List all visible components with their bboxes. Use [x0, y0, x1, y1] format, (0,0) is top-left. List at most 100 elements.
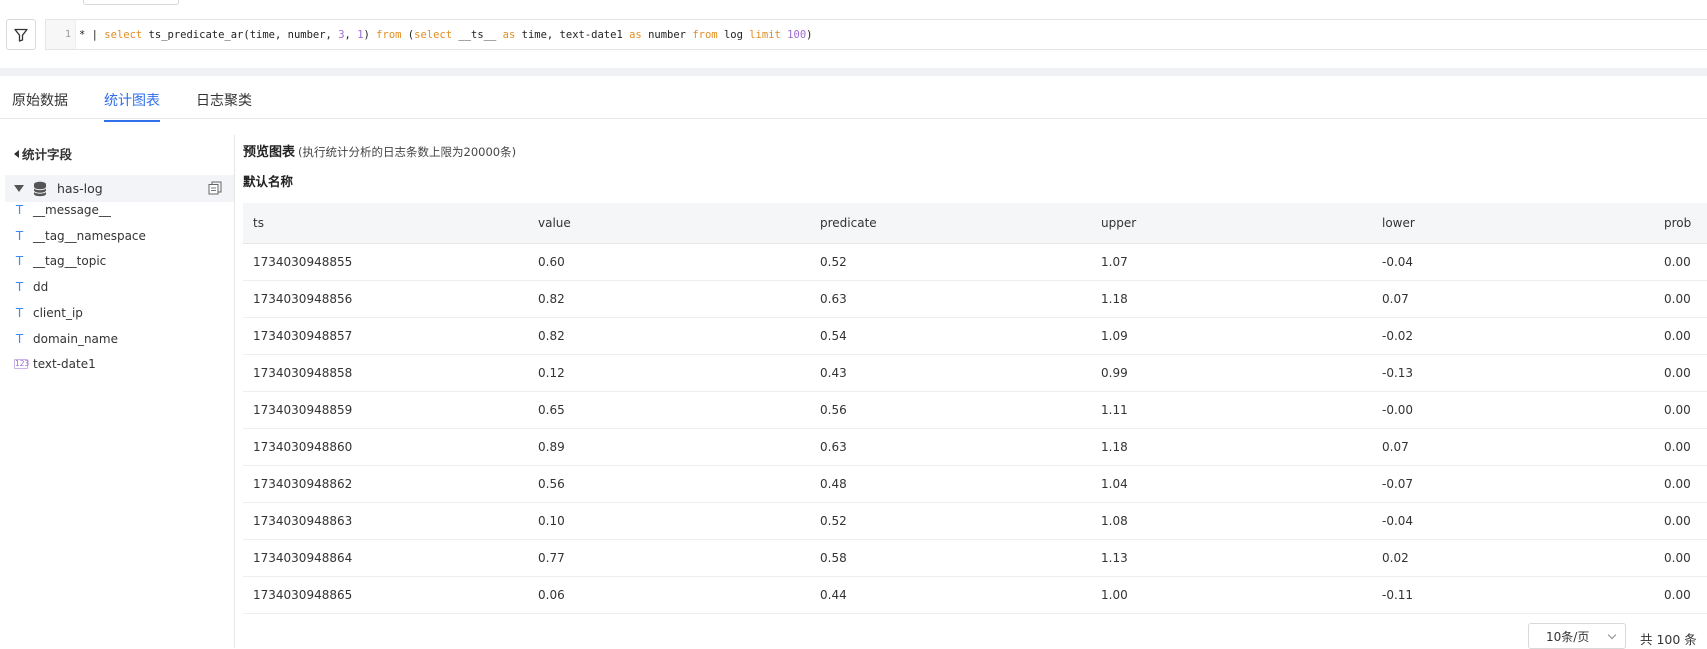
sidebar-title: 统计字段: [22, 147, 73, 162]
table-cell: 0.56: [538, 477, 565, 491]
number-type-icon: 123: [14, 359, 30, 370]
table-cell: 1734030948863: [253, 514, 353, 528]
copy-icon[interactable]: [208, 181, 222, 195]
table-cell: 0.89: [538, 440, 565, 454]
table-cell: 0.07: [1382, 440, 1409, 454]
column-header: lower: [1382, 216, 1415, 230]
table-cell: 1734030948864: [253, 551, 353, 565]
tab-log-clustering[interactable]: 日志聚类: [196, 90, 252, 120]
field-sidebar: 统计字段 has-log T __message__ T __tag__namespa…: [0, 135, 235, 648]
field-name: __tag__topic: [33, 254, 107, 269]
field-item[interactable]: T __message__: [14, 200, 111, 220]
text-type-icon: T: [15, 228, 24, 243]
table-cell: 0.60: [538, 255, 565, 269]
table-cell: 0.65: [538, 403, 565, 417]
preview-note: (执行统计分析的日志条数上限为20000条): [298, 145, 517, 159]
collapse-fields-toggle[interactable]: 统计字段: [14, 144, 72, 163]
table-row: 1734030948855 0.60 0.52 1.07 -0.04 0.00: [243, 244, 1707, 281]
expand-arrow-icon[interactable]: [14, 185, 24, 192]
text-type-icon: T: [15, 254, 24, 269]
field-item[interactable]: Tclient_ip: [14, 303, 83, 323]
table-cell: 1.11: [1101, 403, 1128, 417]
section-divider: [0, 68, 1707, 76]
field-item[interactable]: T __tag__topic: [14, 251, 106, 271]
table-header: ts value predicate upper lower prob: [243, 203, 1707, 244]
table-cell: 1.18: [1101, 440, 1128, 454]
table-cell: 1.04: [1101, 477, 1128, 491]
table-cell: 0.06: [538, 588, 565, 602]
table-cell: 1.13: [1101, 551, 1128, 565]
caret-left-icon: [14, 149, 19, 158]
table-cell: 0.58: [820, 551, 847, 565]
table-cell: 1.08: [1101, 514, 1128, 528]
table-cell: 0.56: [820, 403, 847, 417]
page-size-value: 10条/页: [1546, 629, 1590, 644]
preview-title: 预览图表 (执行统计分析的日志条数上限为20000条): [243, 141, 516, 160]
query-token: from: [376, 28, 402, 41]
logstore-name: has-log: [57, 181, 103, 196]
table-row: 1734030948862 0.56 0.48 1.04 -0.07 0.00: [243, 466, 1707, 503]
table-cell: 0.52: [820, 514, 847, 528]
total-count: 共 100 条: [1640, 632, 1697, 647]
column-header: upper: [1101, 216, 1137, 230]
table-cell: 0.77: [538, 551, 565, 565]
text-type-icon: T: [15, 280, 24, 295]
query-token: limit: [749, 28, 781, 41]
query-text[interactable]: * | select ts_predicate_ar(time, number,…: [76, 29, 812, 41]
table-cell: -0.02: [1382, 329, 1414, 343]
logstore-row[interactable]: has-log: [5, 175, 234, 202]
tab-raw-data[interactable]: 原始数据: [12, 90, 68, 120]
table-cell: 0.07: [1382, 292, 1409, 306]
table-cell: 1734030948860: [253, 440, 353, 454]
field-item[interactable]: Tdd: [14, 277, 48, 297]
table-cell: 0.00: [1664, 329, 1691, 343]
query-token: select: [104, 28, 143, 41]
table-cell: 1734030948856: [253, 292, 353, 306]
page-size-select[interactable]: 10条/页: [1528, 623, 1626, 649]
query-token: __ts__: [452, 28, 503, 41]
field-item[interactable]: T __tag__namespace: [14, 226, 146, 246]
field-name: __message__: [33, 203, 111, 217]
query-token: log: [717, 28, 750, 41]
table-cell: -0.04: [1382, 255, 1414, 269]
query-editor[interactable]: 1 * | select ts_predicate_ar(time, numbe…: [45, 19, 1707, 50]
column-header: predicate: [820, 216, 877, 230]
query-token: time, text-date1: [515, 28, 630, 41]
field-name: client_ip: [33, 305, 83, 320]
table-cell: 1734030948862: [253, 477, 353, 491]
query-token: ): [806, 28, 813, 41]
field-item[interactable]: Tdomain_name: [14, 329, 118, 349]
table-cell: -0.07: [1382, 477, 1414, 491]
filter-button[interactable]: [6, 19, 36, 50]
table-cell: 0.00: [1664, 292, 1691, 306]
table-cell: 1734030948859: [253, 403, 353, 417]
field-item[interactable]: 123 text-date1: [14, 354, 96, 374]
table-cell: 0.12: [538, 366, 565, 380]
tab-statistics-chart[interactable]: 统计图表: [104, 90, 160, 122]
column-header: value: [538, 216, 571, 230]
table-cell: 0.10: [538, 514, 565, 528]
query-token: as: [502, 28, 516, 41]
table-cell: 0.00: [1664, 588, 1691, 602]
table-row: 1734030948859 0.65 0.56 1.11 -0.00 0.00: [243, 392, 1707, 429]
table-cell: -0.13: [1382, 366, 1414, 380]
table-cell: -0.00: [1382, 403, 1414, 417]
query-token: as: [629, 28, 642, 41]
table-cell: 0.00: [1664, 477, 1691, 491]
table-row: 1734030948857 0.82 0.54 1.09 -0.02 0.00: [243, 318, 1707, 355]
table-cell: 0.00: [1664, 551, 1691, 565]
table-cell: 0.44: [820, 588, 847, 602]
line-number: 1: [46, 20, 76, 49]
chart-name: 默认名称: [243, 174, 294, 189]
table-cell: 0.00: [1664, 366, 1691, 380]
text-type-icon: T: [15, 203, 24, 217]
table-cell: 1734030948865: [253, 588, 353, 602]
table-cell: 1734030948857: [253, 329, 353, 343]
table-cell: 0.99: [1101, 366, 1128, 380]
table-cell: -0.04: [1382, 514, 1414, 528]
database-icon: [33, 181, 47, 196]
column-header: ts: [253, 216, 264, 230]
result-table: ts value predicate upper lower prob 173403094…: [243, 203, 1707, 614]
query-token: ts_predicate_ar(time, number,: [142, 28, 339, 41]
table-cell: 0.63: [820, 440, 847, 454]
